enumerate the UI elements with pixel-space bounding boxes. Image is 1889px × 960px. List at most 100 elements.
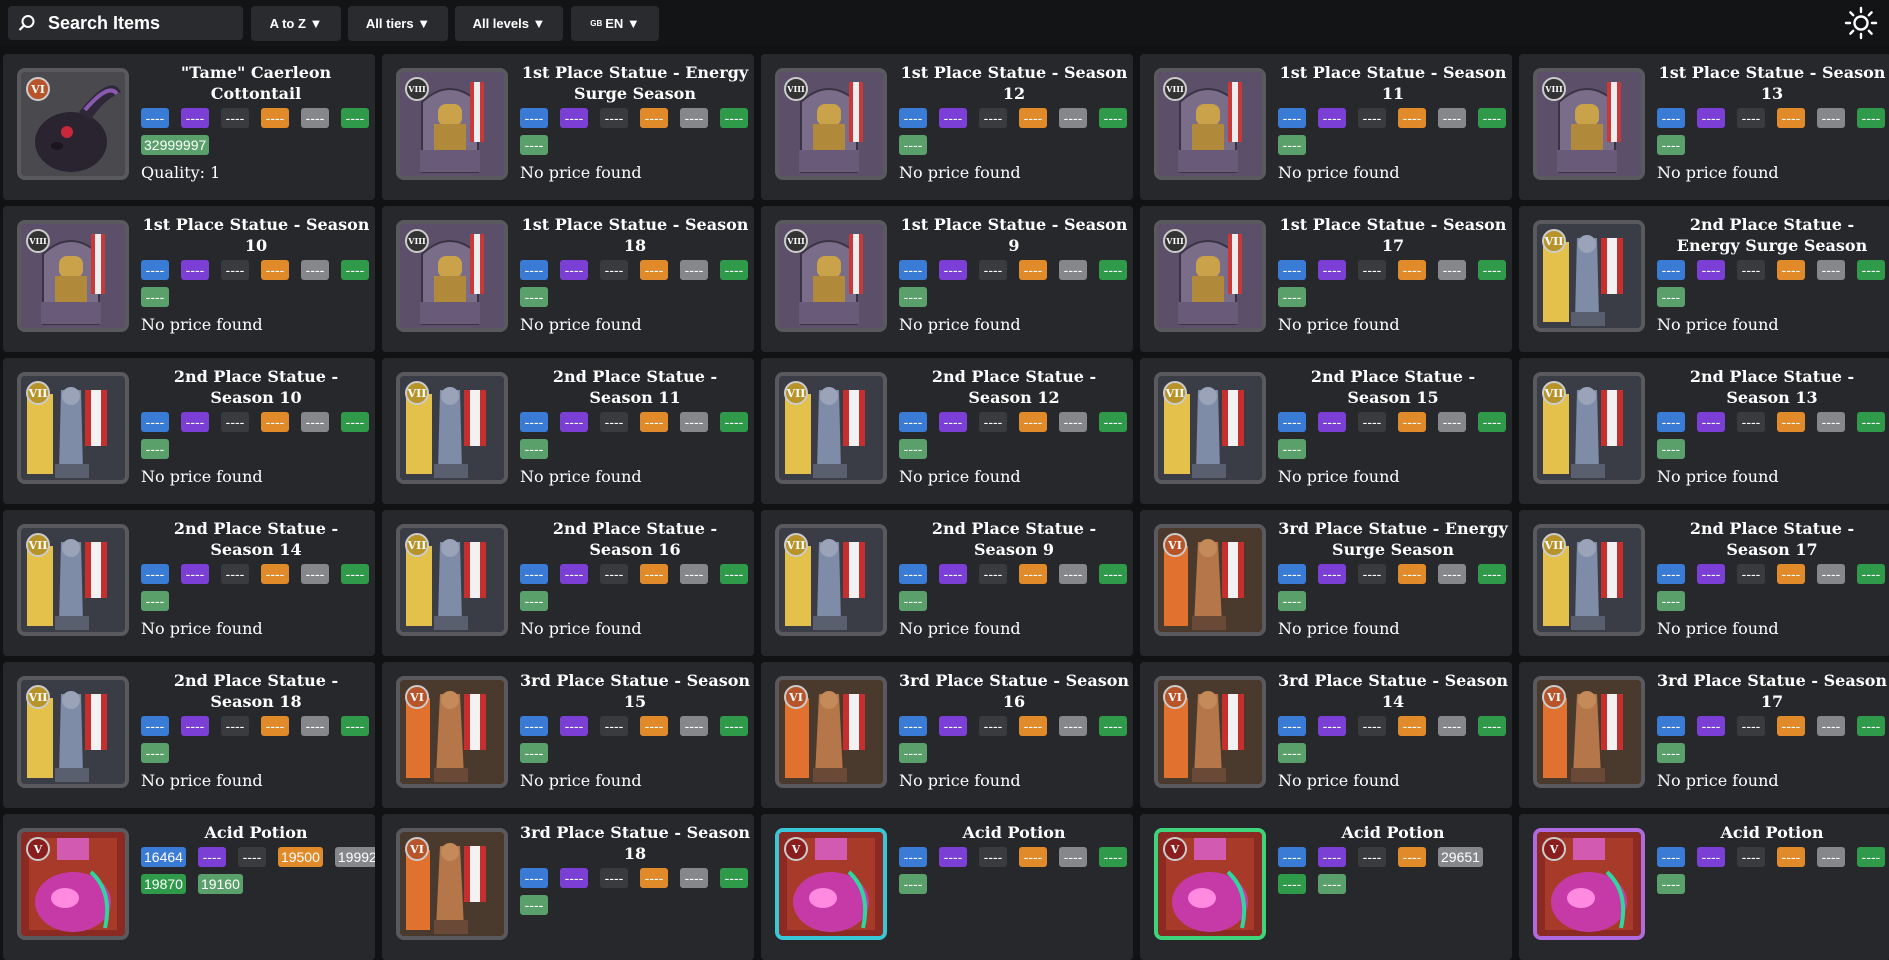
item-card[interactable]: VII 2nd Place Statue - Season 15 ---- ---- -… xyxy=(1140,358,1512,504)
price-badge-gray: ---- xyxy=(1817,564,1845,584)
tier-badge: VI xyxy=(405,685,429,709)
item-card[interactable]: VII 2nd Place Statue - Season 10 ---- ---- -… xyxy=(3,358,375,504)
price-badge-green: ---- xyxy=(1857,412,1885,432)
price-badge-blue: ---- xyxy=(1657,412,1685,432)
item-card[interactable]: VI 3rd Place Statue - Season 16 ---- ---- --… xyxy=(761,662,1133,808)
tier-badge: VI xyxy=(1163,533,1187,557)
price-badges: ---- ---- ---- ---- ---- ---- ---- xyxy=(1278,260,1512,307)
tier-badge: VII xyxy=(405,381,429,405)
price-badge-dark: ---- xyxy=(1358,564,1386,584)
price-badge-purple: ---- xyxy=(939,716,967,736)
price-badge-blue: ---- xyxy=(520,716,548,736)
item-image: VI xyxy=(1154,676,1266,788)
price-badge-lightgreen: ---- xyxy=(899,743,927,763)
levels-dropdown[interactable]: All levels ▼ xyxy=(455,6,563,41)
item-info: 2nd Place Statue - Season 13 ---- ---- ----… xyxy=(1657,366,1887,486)
item-card[interactable]: VII 2nd Place Statue - Season 9 ---- ---- --… xyxy=(761,510,1133,656)
item-title: 2nd Place Statue - Season 15 xyxy=(1310,367,1476,407)
item-card[interactable]: VI 3rd Place Statue - Season 14 ---- ---- --… xyxy=(1140,662,1512,808)
item-card[interactable]: VII 2nd Place Statue - Season 16 ---- ---- -… xyxy=(382,510,754,656)
tier-badge: VII xyxy=(1542,533,1566,557)
item-card[interactable]: VIII 1st Place Statue - Season 9 ---- ---- -… xyxy=(761,206,1133,352)
price-badges: ---- ---- ---- ---- ---- ---- ---- xyxy=(1657,260,1889,307)
price-badge-gray: ---- xyxy=(1059,412,1087,432)
item-image: VII xyxy=(1533,524,1645,636)
item-card[interactable]: VI 3rd Place Statue - Energy Surge Season… xyxy=(1140,510,1512,656)
item-title: 3rd Place Statue - Season 15 xyxy=(520,671,750,711)
price-badge-lightgreen: ---- xyxy=(1278,439,1306,459)
price-badge-purple: ---- xyxy=(197,847,226,867)
item-title: 1st Place Statue - Season 9 xyxy=(900,215,1128,255)
price-badge-gray: ---- xyxy=(1059,108,1087,128)
item-card[interactable]: VI "Tame" Caerleon Cottontail ---- ---- ----… xyxy=(3,54,375,200)
item-info: Acid Potion ---- ---- ---- ---- 29651 ---- ---- xyxy=(1278,822,1508,894)
price-badges: ---- ---- ---- ---- ---- ---- ---- xyxy=(1657,108,1889,155)
item-image: VI xyxy=(775,676,887,788)
price-badges: ---- ---- ---- ---- ---- ---- ---- xyxy=(520,260,754,307)
item-card[interactable]: VI 3rd Place Statue - Season 17 ---- ---- --… xyxy=(1519,662,1889,808)
item-card[interactable]: VIII 1st Place Statue - Season 18 ---- ----… xyxy=(382,206,754,352)
price-status: No price found xyxy=(1278,771,1400,790)
item-card[interactable]: VI 3rd Place Statue - Season 15 ---- ---- --… xyxy=(382,662,754,808)
tiers-dropdown[interactable]: All tiers ▼ xyxy=(348,6,448,41)
price-badge-dark: ---- xyxy=(1737,108,1765,128)
price-badge-green: ---- xyxy=(1478,412,1506,432)
item-card[interactable]: VI 3rd Place Statue - Season 18 ---- ---- --… xyxy=(382,814,754,960)
item-title: 2nd Place Statue - Season 9 xyxy=(931,519,1097,559)
item-card[interactable]: VII 2nd Place Statue - Season 17 ---- ---- -… xyxy=(1519,510,1889,656)
language-dropdown[interactable]: GB EN ▼ xyxy=(571,6,659,41)
price-badge-gray: ---- xyxy=(301,108,329,128)
tier-badge: VII xyxy=(405,533,429,557)
item-image: V xyxy=(1154,828,1266,940)
search-box[interactable] xyxy=(8,6,243,40)
price-badge-orange: ---- xyxy=(640,564,668,584)
price-badge-blue: ---- xyxy=(1657,108,1685,128)
theme-toggle-sun-icon[interactable] xyxy=(1844,6,1878,40)
item-card[interactable]: V Acid Potion 16464 ---- ---- 19500 19992 19870… xyxy=(3,814,375,960)
item-card[interactable]: VIII 1st Place Statue - Season 12 ---- ----… xyxy=(761,54,1133,200)
item-card[interactable]: V Acid Potion ---- ---- ---- ---- ---- ---- ---- xyxy=(1519,814,1889,960)
price-badges: ---- ---- ---- ---- ---- ---- ---- xyxy=(520,108,754,155)
item-card[interactable]: VII 2nd Place Statue - Season 14 ---- ---- -… xyxy=(3,510,375,656)
price-badge-purple: ---- xyxy=(560,260,588,280)
item-card[interactable]: VII 2nd Place Statue - Energy Surge Seaso… xyxy=(1519,206,1889,352)
sort-dropdown[interactable]: A to Z ▼ xyxy=(251,6,341,41)
item-info: Acid Potion ---- ---- ---- ---- ---- ---- ---- xyxy=(1657,822,1887,894)
item-card[interactable]: V Acid Potion ---- ---- ---- ---- ---- ---- ---- xyxy=(761,814,1133,960)
item-card[interactable]: VIII 1st Place Statue - Season 13 ---- ----… xyxy=(1519,54,1889,200)
item-card[interactable]: V Acid Potion ---- ---- ---- ---- 29651 ---- ---… xyxy=(1140,814,1512,960)
price-badge-purple: ---- xyxy=(1318,412,1346,432)
item-card[interactable]: VIII 1st Place Statue - Season 11 ---- ----… xyxy=(1140,54,1512,200)
item-image: VIII xyxy=(775,68,887,180)
item-title: 3rd Place Statue - Season 18 xyxy=(520,823,750,863)
price-badge-blue: ---- xyxy=(520,564,548,584)
price-badge-gray: ---- xyxy=(1059,564,1087,584)
item-info: 1st Place Statue - Season 18 ---- ---- ----… xyxy=(520,214,750,334)
price-badges: ---- ---- ---- ---- ---- ---- ---- xyxy=(520,412,754,459)
price-badge-green: ---- xyxy=(1478,564,1506,584)
price-badge-lightgreen: ---- xyxy=(899,591,927,611)
item-card[interactable]: VII 2nd Place Statue - Season 11 ---- ---- -… xyxy=(382,358,754,504)
item-card[interactable]: VIII 1st Place Statue - Season 17 ---- ----… xyxy=(1140,206,1512,352)
item-info: 2nd Place Statue - Season 12 ---- ---- ----… xyxy=(899,366,1129,486)
item-title: 2nd Place Statue - Season 18 xyxy=(173,671,339,711)
price-badge-lightgreen: ---- xyxy=(1278,591,1306,611)
item-card[interactable]: VIII 1st Place Statue - Season 10 ---- ----… xyxy=(3,206,375,352)
item-info: 2nd Place Statue - Season 17 ---- ---- ----… xyxy=(1657,518,1887,638)
price-badge-blue: ---- xyxy=(1657,260,1685,280)
item-title: 2nd Place Statue - Season 13 xyxy=(1689,367,1855,407)
item-card[interactable]: VII 2nd Place Statue - Season 12 ---- ---- -… xyxy=(761,358,1133,504)
price-badges: ---- ---- ---- ---- ---- ---- ---- xyxy=(1657,716,1889,763)
tier-badge: VII xyxy=(26,381,50,405)
search-input[interactable] xyxy=(46,11,240,35)
item-info: 3rd Place Statue - Season 16 ---- ---- ----… xyxy=(899,670,1129,790)
price-badge-orange: ---- xyxy=(1398,564,1426,584)
price-badge-dark: ---- xyxy=(221,108,249,128)
tier-badge: VI xyxy=(26,77,50,101)
item-card[interactable]: VIII 1st Place Statue - Energy Surge Seas… xyxy=(382,54,754,200)
item-card[interactable]: VII 2nd Place Statue - Season 13 ---- ---- -… xyxy=(1519,358,1889,504)
item-card[interactable]: VII 2nd Place Statue - Season 18 ---- ---- -… xyxy=(3,662,375,808)
price-badge-green: ---- xyxy=(720,564,748,584)
price-badge-gray: ---- xyxy=(1438,260,1466,280)
price-badge-orange: ---- xyxy=(1019,847,1047,867)
